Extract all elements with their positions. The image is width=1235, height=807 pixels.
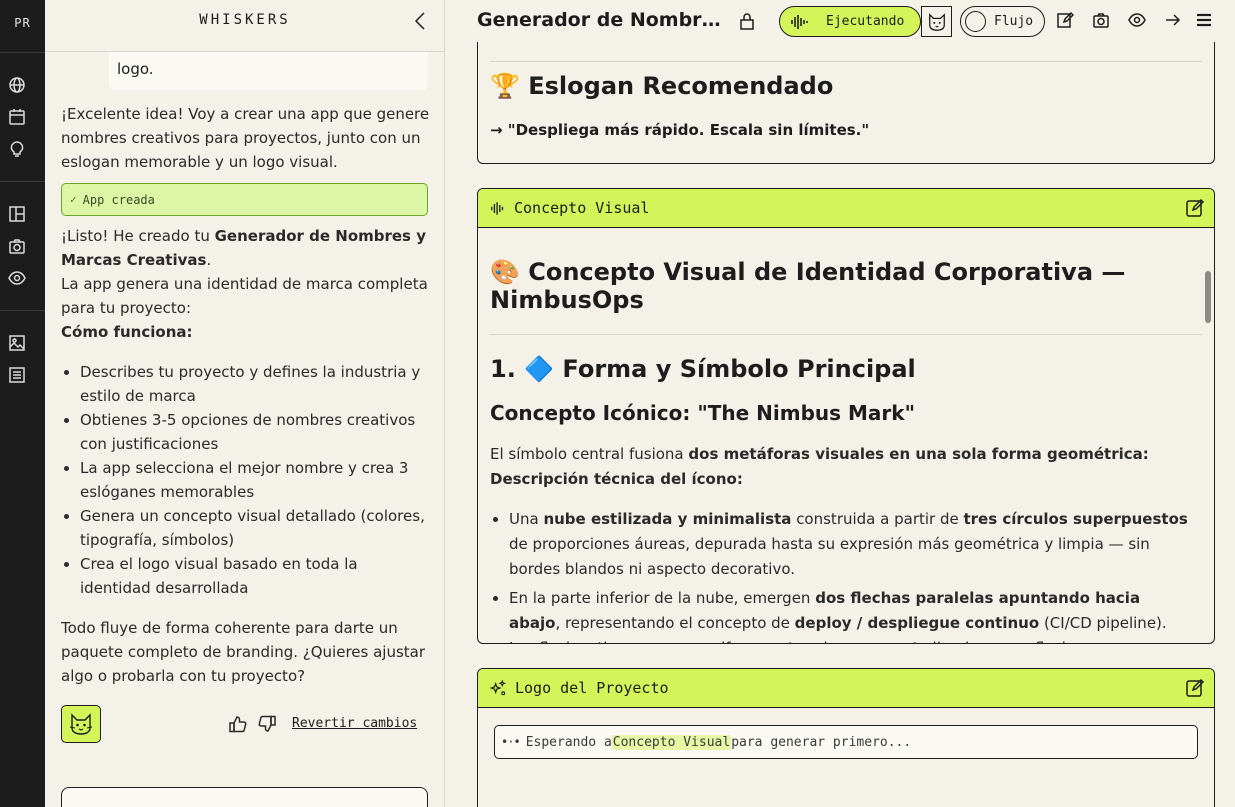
- thumbs-up-icon[interactable]: [228, 714, 250, 736]
- running-label: Ejecutando: [826, 14, 905, 29]
- assistant-done-message: ¡Listo! He creado tu Generador de Nombre…: [61, 224, 433, 344]
- share-arrow-icon[interactable]: [1164, 11, 1184, 31]
- concept-title: 🎨 Concepto Visual de Identidad Corporati…: [490, 258, 1126, 314]
- revert-changes-link[interactable]: Revertir cambios: [292, 716, 417, 731]
- chat-input[interactable]: [61, 787, 428, 807]
- steps-list: Describes tu proyecto y defines la indus…: [80, 360, 430, 600]
- assistant-closing-message: Todo fluye de forma coherente para darte…: [61, 619, 426, 685]
- flow-toggle[interactable]: Flujo: [960, 6, 1045, 37]
- visual-concept-card: Concepto Visual 🎨 Concepto Visual de Ide…: [477, 188, 1215, 644]
- waiting-prefix: Esperando a: [525, 734, 612, 750]
- edit-icon[interactable]: [1185, 678, 1205, 698]
- technical-description-label: Descripción técnica del ícono:: [490, 470, 743, 488]
- running-button[interactable]: Ejecutando: [779, 6, 921, 37]
- main-content: 🏆 Eslogan Recomendado → "Despliega más r…: [445, 42, 1235, 807]
- chat-header: WHISKERS: [45, 0, 444, 52]
- globe-icon[interactable]: [8, 76, 26, 94]
- lock-icon[interactable]: [738, 11, 756, 31]
- technical-list: Una nube estilizada y minimalista constr…: [490, 507, 1188, 643]
- how-it-works-title: Cómo funciona:: [61, 323, 193, 341]
- list-item: En la parte inferior de la nube, emergen…: [509, 586, 1188, 643]
- image-icon[interactable]: [8, 334, 26, 352]
- thumbs-down-icon[interactable]: [257, 714, 279, 736]
- check-icon: ✓: [70, 193, 77, 206]
- collapse-chevron-icon[interactable]: [411, 10, 431, 32]
- waiting-suffix: para generar primero...: [731, 734, 912, 750]
- user-message-text: logo.: [117, 60, 154, 78]
- list-item: Genera un concepto visual detallado (col…: [80, 504, 430, 552]
- cat-agent-button[interactable]: [921, 6, 952, 37]
- lightbulb-icon[interactable]: [8, 140, 26, 158]
- visual-concept-header: Concepto Visual: [478, 189, 1214, 228]
- list-item: La app selecciona el mejor nombre y crea…: [80, 456, 430, 504]
- assistant-cat-avatar: [61, 705, 101, 743]
- concept-paragraph: El símbolo central fusiona dos metáforas…: [490, 442, 1188, 492]
- sparkles-icon: [490, 679, 507, 697]
- loading-dots-icon: •·•: [501, 735, 521, 749]
- top-bar: Generador de Nombres y Marcas Creativas …: [445, 0, 1235, 42]
- waveform-icon: [791, 14, 808, 29]
- camera-icon[interactable]: [8, 237, 26, 255]
- visual-concept-body: 🎨 Concepto Visual de Identidad Corporati…: [478, 228, 1214, 643]
- chat-title: WHISKERS: [199, 12, 291, 28]
- scrollbar-thumb[interactable]: [1205, 271, 1211, 323]
- edit-icon[interactable]: [1185, 198, 1205, 218]
- menu-icon[interactable]: [1195, 11, 1215, 31]
- app-created-chip[interactable]: ✓ App creada: [61, 183, 428, 216]
- waiting-dependency: Concepto Visual: [611, 734, 732, 750]
- flow-label: Flujo: [994, 14, 1034, 29]
- page-title: Generador de Nombres y Marcas Creativas: [477, 9, 722, 31]
- edit-icon[interactable]: [1056, 11, 1076, 31]
- rail-divider: [0, 310, 45, 311]
- eye-icon[interactable]: [1128, 11, 1148, 31]
- list-item: Una nube estilizada y minimalista constr…: [509, 507, 1188, 582]
- icon-rail: PR: [0, 0, 45, 807]
- divider: [490, 61, 1202, 62]
- cat-icon: [928, 12, 945, 31]
- waveform-icon: [490, 201, 506, 216]
- list-item: Describes tu proyecto y defines la indus…: [80, 360, 430, 408]
- section-heading: 1. 🔷 Forma y Símbolo Principal: [490, 355, 916, 383]
- camera-icon[interactable]: [1092, 11, 1112, 31]
- project-badge[interactable]: PR: [0, 0, 45, 45]
- divider: [490, 334, 1202, 335]
- waiting-status: •·• Esperando a Concepto Visual para gen…: [494, 725, 1198, 759]
- slogan-card: 🏆 Eslogan Recomendado → "Despliega más r…: [477, 42, 1215, 164]
- toggle-knob: [965, 11, 986, 32]
- assistant-reply-intro: ¡Excelente idea! Voy a crear una app que…: [61, 105, 430, 171]
- subsection-heading: Concepto Icónico: "The Nimbus Mark": [490, 401, 916, 425]
- slogan-text: → "Despliega más rápido. Escala sin lími…: [490, 121, 870, 139]
- list-icon[interactable]: [8, 366, 26, 384]
- done-prefix: ¡Listo! He creado tu: [61, 227, 215, 245]
- text-run: El símbolo central fusiona: [490, 445, 689, 463]
- done-suffix: .: [206, 251, 212, 269]
- text-run-bold: dos metáforas visuales en una sola forma…: [688, 445, 1149, 463]
- rail-divider: [0, 181, 45, 182]
- cat-icon: [69, 713, 93, 735]
- project-logo-header: Logo del Proyecto: [478, 669, 1214, 708]
- list-item: Obtienes 3-5 opciones de nombres creativ…: [80, 408, 430, 456]
- message-actions: Revertir cambios: [61, 705, 431, 745]
- project-logo-title: Logo del Proyecto: [515, 679, 669, 697]
- project-logo-card: Logo del Proyecto •·• Esperando a Concep…: [477, 668, 1215, 807]
- chat-panel: logo. WHISKERS ¡Excelente idea! Voy a cr…: [45, 0, 445, 807]
- rail-divider: [0, 52, 45, 53]
- eye-icon[interactable]: [8, 269, 26, 287]
- slogan-heading: 🏆 Eslogan Recomendado: [490, 72, 834, 100]
- list-item: Crea el logo visual basado en toda la id…: [80, 552, 430, 600]
- layout-icon[interactable]: [8, 205, 26, 223]
- app-created-label: App creada: [82, 192, 155, 207]
- visual-concept-title: Concepto Visual: [514, 199, 650, 217]
- done-summary: La app genera una identidad de marca com…: [61, 275, 428, 317]
- calendar-icon[interactable]: [8, 108, 26, 126]
